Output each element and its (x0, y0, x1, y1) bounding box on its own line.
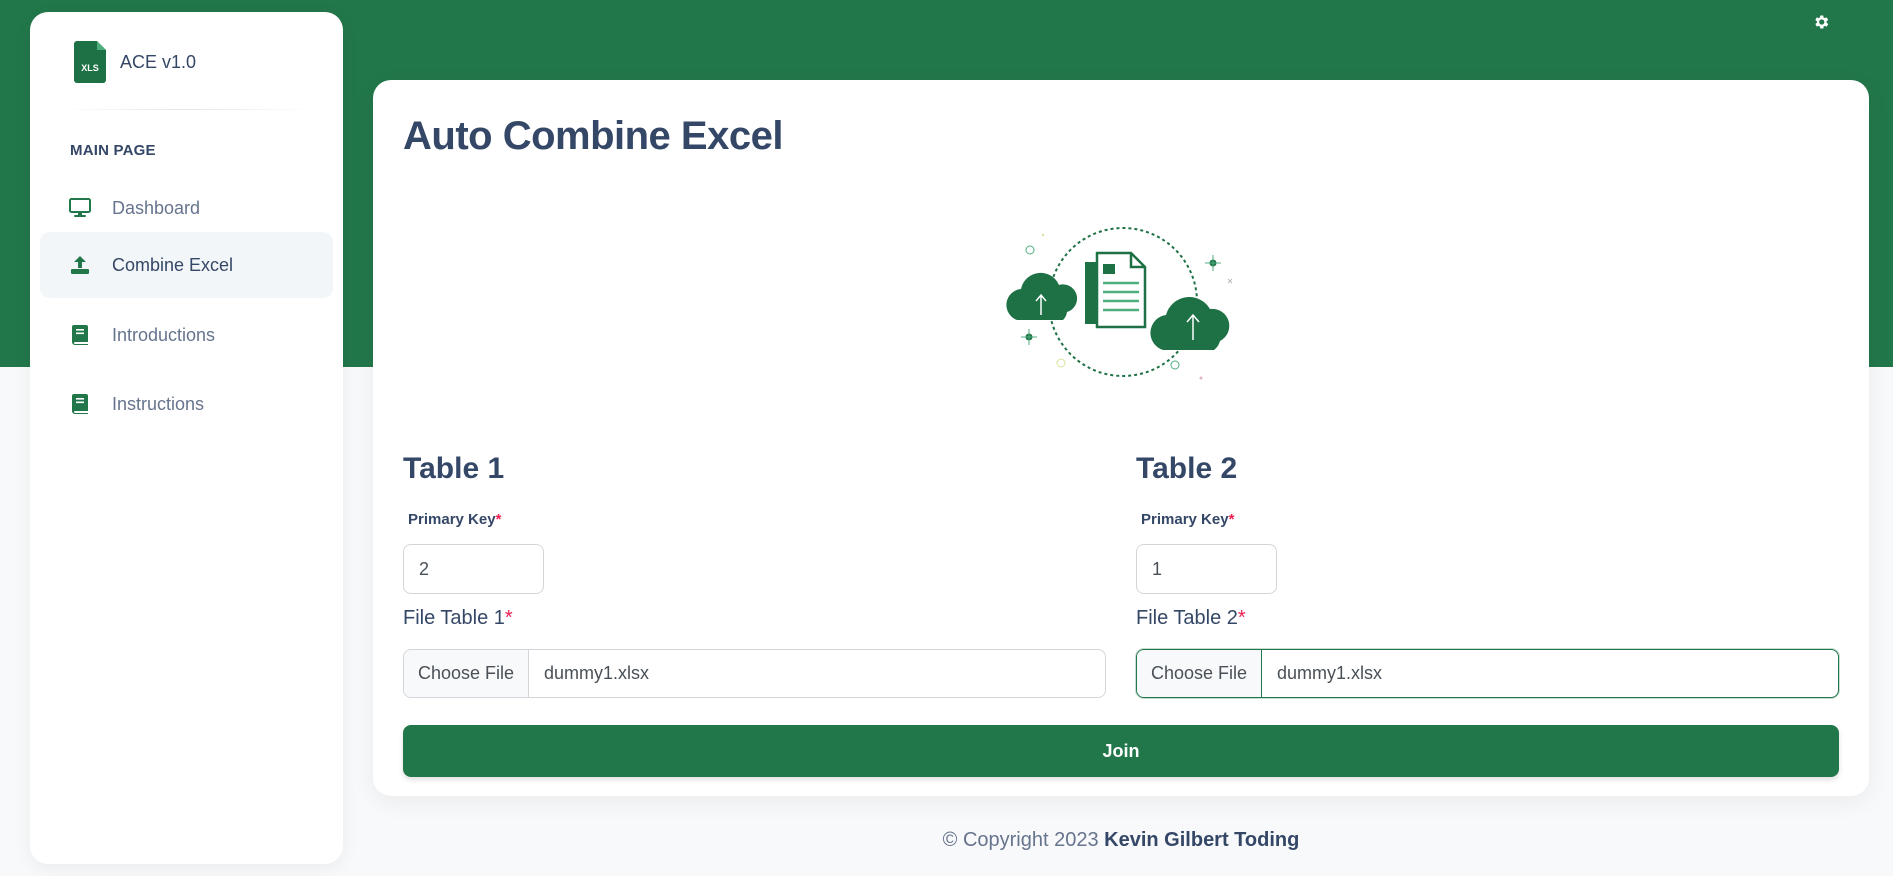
sidebar-item-label: Dashboard (112, 197, 201, 218)
file-name: dummy1.xlsx (1277, 663, 1383, 683)
sidebar-item-label: Instructions (112, 393, 205, 414)
upload-icon (68, 253, 92, 277)
choose-file-button[interactable]: Choose File (404, 650, 529, 697)
page-title: Auto Combine Excel (403, 114, 783, 158)
choose-file-button[interactable]: Choose File (1137, 650, 1262, 697)
sidebar: XLS ACE v1.0 MAIN PAGE Dashboard Combine… (30, 12, 343, 864)
brand-name: ACE v1.0 (120, 51, 197, 72)
primary-key-input-2[interactable] (1136, 544, 1277, 594)
sidebar-item-label: Introductions (112, 324, 216, 345)
divider (60, 109, 313, 110)
cloud-upload-illustration (1006, 227, 1233, 380)
footer: © Copyright 2023 Kevin Gilbert Toding (373, 829, 1869, 852)
logo-text: XLS (81, 63, 99, 73)
author-name[interactable]: Kevin Gilbert Toding (1104, 829, 1299, 851)
sidebar-item-combine-excel[interactable]: Combine Excel (40, 232, 333, 298)
gear-icon[interactable] (1809, 10, 1833, 34)
sidebar-item-introductions[interactable]: Introductions (40, 302, 333, 368)
sidebar-item-label: Combine Excel (112, 254, 234, 275)
primary-key-input-1[interactable] (403, 544, 544, 594)
sidebar-item-instructions[interactable]: Instructions (40, 371, 333, 437)
excel-file-logo: XLS (74, 41, 106, 83)
copyright-text: © Copyright 2023 (942, 829, 1099, 851)
brand[interactable]: XLS ACE v1.0 (74, 41, 196, 83)
primary-key-label: Primary Key* (1141, 511, 1235, 528)
table1-title: Table 1 (403, 452, 505, 485)
book-icon (68, 392, 92, 416)
file-name: dummy1.xlsx (544, 663, 650, 683)
file-table2-label: File Table 2* (1136, 607, 1246, 629)
join-button[interactable]: Join (403, 725, 1839, 777)
main-card: Auto Combine Excel Table 1 Primary Key* … (373, 80, 1869, 796)
primary-key-label: Primary Key* (408, 511, 502, 528)
table2-title: Table 2 (1136, 452, 1238, 485)
monitor-icon (68, 196, 92, 220)
book-icon (68, 323, 92, 347)
file-input-1[interactable]: Choose File dummy1.xlsx (403, 649, 1106, 698)
file-table1-label: File Table 1* (403, 607, 513, 629)
section-label: MAIN PAGE (70, 142, 156, 159)
file-input-2[interactable]: Choose File dummy1.xlsx (1136, 649, 1839, 698)
